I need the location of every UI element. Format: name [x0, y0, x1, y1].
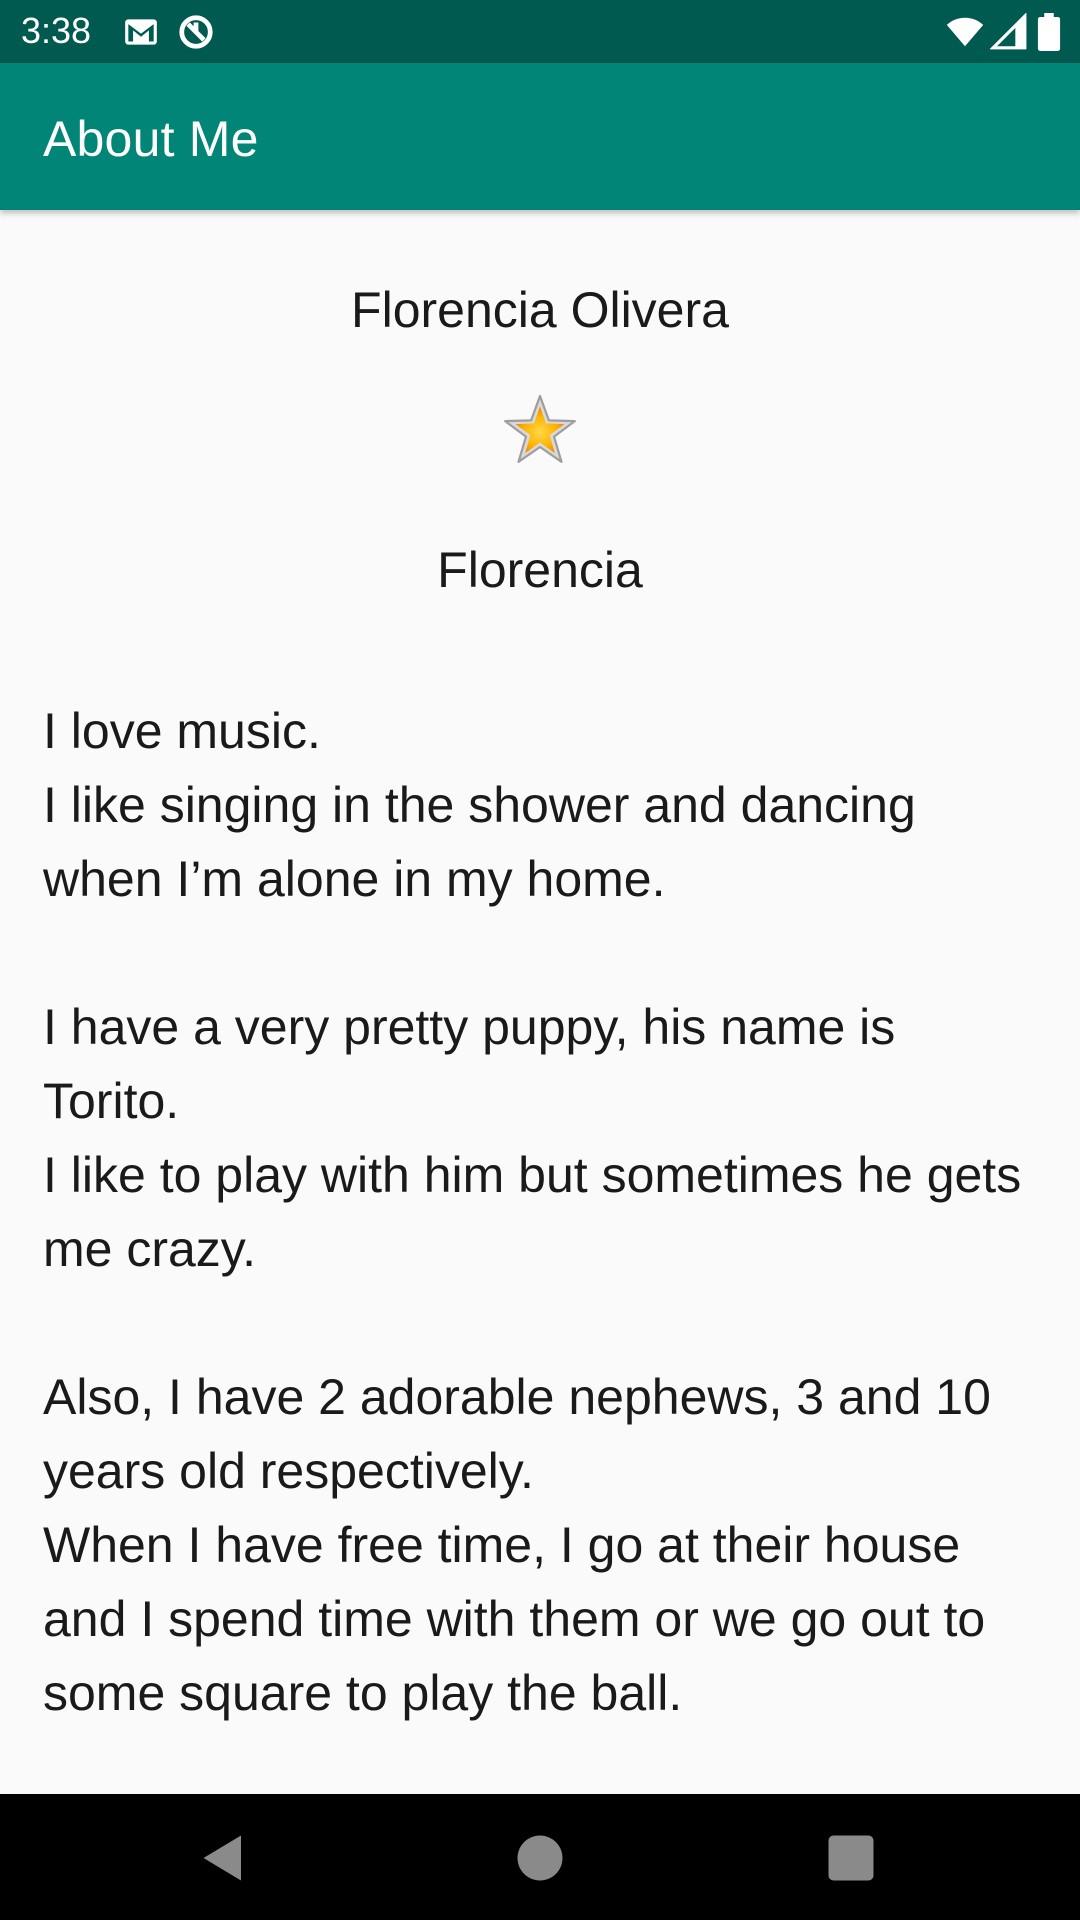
recents-icon[interactable] — [821, 1828, 881, 1888]
wifi-icon — [944, 13, 986, 51]
status-bar: 3:38 — [0, 0, 1080, 63]
bio-paragraph: I love music. I like singing in the show… — [43, 703, 916, 907]
bio-paragraph: I have a very pretty puppy, his name is … — [43, 999, 1022, 1277]
star-icon — [503, 393, 577, 467]
gmail-icon — [122, 13, 160, 51]
battery-icon — [1036, 13, 1062, 51]
status-time: 3:38 — [21, 10, 92, 51]
home-icon[interactable] — [510, 1828, 570, 1888]
app-bar: About Me — [0, 63, 1080, 210]
back-icon[interactable] — [196, 1828, 256, 1888]
signal-icon — [990, 13, 1028, 51]
bio-paragraph: Also, I have 2 adorable nephews, 3 and 1… — [43, 1369, 991, 1721]
profile-name: Florencia Olivera — [351, 282, 729, 338]
app-bar-title: About Me — [43, 111, 259, 167]
bio-text: I love music. I like singing in the show… — [43, 694, 1043, 1730]
sync-icon — [177, 13, 215, 51]
profile-nickname: Florencia — [437, 542, 643, 598]
navigation-bar — [0, 1794, 1080, 1920]
